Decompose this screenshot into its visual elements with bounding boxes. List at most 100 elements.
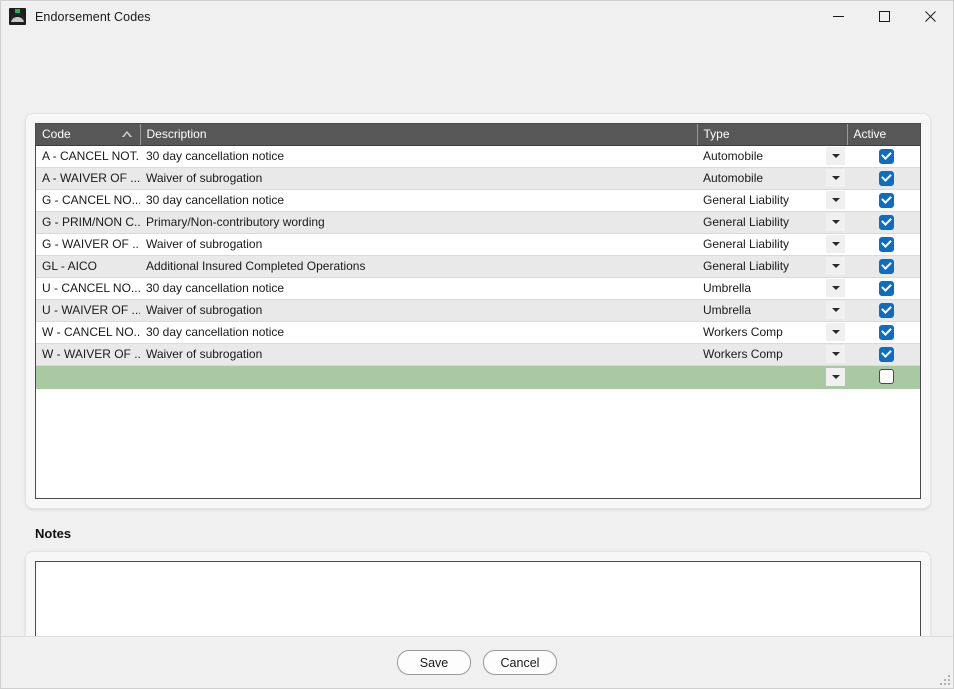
cell-code[interactable]: W - CANCEL NO... (36, 321, 140, 344)
new-row-cell-active[interactable] (847, 365, 920, 389)
table-row[interactable]: U - CANCEL NO... 30 day cancellation noti… (36, 277, 920, 300)
column-header-type-label: Type (703, 127, 730, 142)
cell-description[interactable]: Primary/Non-contributory wording (140, 211, 697, 234)
cell-code[interactable]: U - CANCEL NO... (36, 277, 140, 300)
chevron-down-icon (831, 286, 840, 290)
cell-type[interactable]: Umbrella (697, 299, 847, 322)
type-dropdown-button[interactable] (826, 323, 845, 341)
active-checkbox[interactable] (879, 192, 894, 208)
cell-active[interactable] (847, 321, 920, 344)
active-checkbox[interactable] (879, 170, 894, 186)
chevron-down-icon (831, 176, 840, 180)
column-header-active-label: Active (853, 127, 887, 142)
cell-description[interactable]: 30 day cancellation notice (140, 277, 697, 300)
active-checkbox[interactable] (879, 346, 894, 362)
type-dropdown-button[interactable] (826, 191, 845, 209)
column-header-active[interactable]: Active (847, 124, 920, 146)
notes-input[interactable] (35, 561, 921, 636)
resize-grip[interactable] (937, 672, 950, 685)
cell-type[interactable]: Workers Comp (697, 321, 847, 344)
cell-type[interactable]: General Liability (697, 255, 847, 278)
cell-type[interactable]: Umbrella (697, 277, 847, 300)
cell-code[interactable]: W - WAIVER OF ... (36, 343, 140, 366)
chevron-down-icon (831, 154, 840, 158)
cell-type-value: General Liability (703, 215, 790, 229)
table-row[interactable]: W - CANCEL NO... 30 day cancellation noti… (36, 321, 920, 344)
window-title: Endorsement Codes (35, 9, 151, 24)
cell-active[interactable] (847, 299, 920, 322)
cell-active[interactable] (847, 233, 920, 256)
table-row[interactable]: G - CANCEL NO... 30 day cancellation noti… (36, 189, 920, 212)
column-header-type[interactable]: Type (697, 124, 848, 146)
cell-description[interactable]: Waiver of subrogation (140, 299, 697, 322)
cell-type[interactable]: Automobile (697, 167, 847, 190)
cell-code[interactable]: G - PRIM/NON C... (36, 211, 140, 234)
active-checkbox[interactable] (879, 280, 894, 296)
cell-active[interactable] (847, 343, 920, 366)
type-dropdown-button[interactable] (826, 301, 845, 319)
active-checkbox[interactable] (879, 324, 894, 340)
cell-type[interactable]: Workers Comp (697, 343, 847, 366)
table-row[interactable]: GL - AICO Additional Insured Completed Op… (36, 255, 920, 278)
cell-type[interactable]: General Liability (697, 211, 847, 234)
table-row[interactable]: G - PRIM/NON C... Primary/Non-contributor… (36, 211, 920, 234)
new-row[interactable] (36, 365, 920, 389)
column-header-code-label: Code (42, 127, 71, 142)
dialog-footer: Save Cancel (1, 636, 953, 688)
cell-active[interactable] (847, 277, 920, 300)
active-checkbox[interactable] (879, 214, 894, 230)
cell-code[interactable]: G - WAIVER OF ... (36, 233, 140, 256)
cancel-button[interactable]: Cancel (483, 650, 557, 675)
cell-type-value: Umbrella (703, 281, 752, 295)
header-row: Code Description Type Active (36, 124, 920, 146)
cell-type[interactable]: General Liability (697, 233, 847, 256)
cell-description[interactable]: 30 day cancellation notice (140, 145, 697, 168)
table-row[interactable]: A - CANCEL NOT... 30 day cancellation not… (36, 145, 920, 168)
cell-code[interactable]: G - CANCEL NO... (36, 189, 140, 212)
active-checkbox[interactable] (879, 236, 894, 252)
cell-active[interactable] (847, 211, 920, 234)
new-row-type-dropdown-button[interactable] (826, 367, 845, 386)
type-dropdown-button[interactable] (826, 345, 845, 363)
table-row[interactable]: U - WAIVER OF ... Waiver of subrogation Um… (36, 299, 920, 322)
active-checkbox[interactable] (879, 258, 894, 274)
cell-active[interactable] (847, 167, 920, 190)
cell-code[interactable]: U - WAIVER OF ... (36, 299, 140, 322)
cell-description[interactable]: Waiver of subrogation (140, 343, 697, 366)
cell-active[interactable] (847, 145, 920, 168)
column-header-description[interactable]: Description (140, 124, 698, 146)
save-button[interactable]: Save (397, 650, 471, 675)
active-checkbox[interactable] (879, 148, 894, 164)
cell-description[interactable]: Waiver of subrogation (140, 233, 697, 256)
active-checkbox[interactable] (879, 302, 894, 318)
cell-type[interactable]: Automobile (697, 145, 847, 168)
new-row-cell-code[interactable] (36, 365, 140, 389)
cell-active[interactable] (847, 189, 920, 212)
type-dropdown-button[interactable] (826, 235, 845, 253)
new-row-cell-type[interactable] (697, 365, 847, 389)
cell-code[interactable]: A - CANCEL NOT... (36, 145, 140, 168)
type-dropdown-button[interactable] (826, 169, 845, 187)
cell-description[interactable]: Additional Insured Completed Operations (140, 255, 697, 278)
table-row[interactable]: W - WAIVER OF ... Waiver of subrogation Wo… (36, 343, 920, 366)
new-row-cell-description[interactable] (140, 365, 697, 389)
cell-description[interactable]: Waiver of subrogation (140, 167, 697, 190)
cell-description[interactable]: 30 day cancellation notice (140, 321, 697, 344)
cell-type[interactable]: General Liability (697, 189, 847, 212)
cell-description[interactable]: 30 day cancellation notice (140, 189, 697, 212)
table-row[interactable]: G - WAIVER OF ... Waiver of subrogation Ge… (36, 233, 920, 256)
cell-code[interactable]: GL - AICO (36, 255, 140, 278)
table-row[interactable]: A - WAIVER OF ... Waiver of subrogation Au… (36, 167, 920, 190)
type-dropdown-button[interactable] (826, 147, 845, 165)
minimize-button[interactable] (815, 1, 861, 32)
cell-active[interactable] (847, 255, 920, 278)
type-dropdown-button[interactable] (826, 213, 845, 231)
cell-code[interactable]: A - WAIVER OF ... (36, 167, 140, 190)
data-grid[interactable]: Code Description Type Active A - CANCEL … (35, 123, 921, 499)
maximize-button[interactable] (861, 1, 907, 32)
type-dropdown-button[interactable] (826, 279, 845, 297)
close-button[interactable] (907, 1, 953, 32)
type-dropdown-button[interactable] (826, 257, 845, 275)
new-row-active-checkbox[interactable] (879, 369, 894, 385)
column-header-code[interactable]: Code (36, 124, 141, 146)
